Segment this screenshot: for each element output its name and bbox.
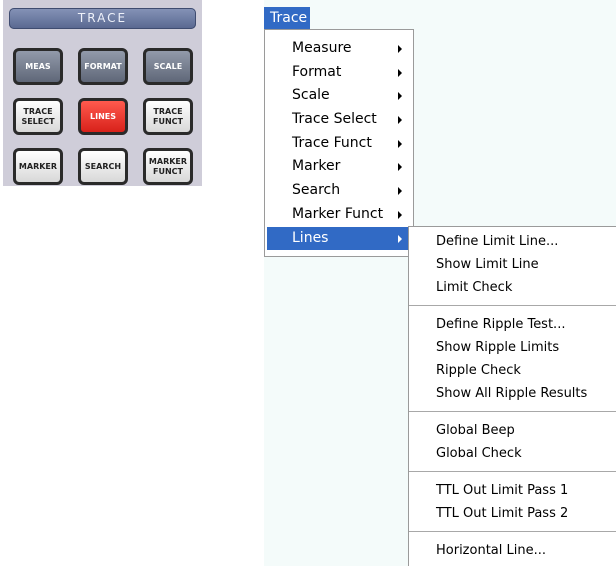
submenu-item-global-check[interactable]: Global Check [409, 442, 616, 465]
menu-item-search[interactable]: Search [265, 179, 413, 203]
trace-panel-title: TRACE [9, 8, 196, 29]
submenu-arrow-icon [398, 210, 402, 219]
submenu-item-ripple-check[interactable]: Ripple Check [409, 359, 616, 382]
submenu-arrow-icon [398, 187, 402, 196]
menubar-trace[interactable]: Trace [264, 7, 310, 29]
menu-item-measure[interactable]: Measure [265, 37, 413, 61]
menu-item-lines[interactable]: Lines [267, 226, 411, 251]
menu-item-label: Marker [292, 158, 341, 175]
menu-separator [409, 411, 616, 412]
menu-item-label: Scale [292, 87, 330, 104]
menu-separator [409, 471, 616, 472]
submenu-item-ttl-out-limit-pass-1[interactable]: TTL Out Limit Pass 1 [409, 479, 616, 502]
submenu-item-define-limit-line[interactable]: Define Limit Line... [409, 230, 616, 253]
lines-submenu: Define Limit Line... Show Limit Line Limit… [408, 226, 616, 566]
submenu-item-show-all-ripple-results[interactable]: Show All Ripple Results [409, 382, 616, 405]
search-key[interactable]: SEARCH [78, 148, 128, 185]
submenu-item-horizontal-line[interactable]: Horizontal Line... [409, 539, 616, 562]
menu-item-trace-select[interactable]: Trace Select [265, 108, 413, 132]
submenu-arrow-icon [398, 68, 402, 77]
trace-funct-key[interactable]: TRACE FUNCT [143, 98, 193, 135]
submenu-arrow-icon [398, 45, 402, 53]
submenu-arrow-icon [398, 234, 402, 243]
lines-key[interactable]: LINES [78, 98, 128, 135]
marker-funct-key[interactable]: MARKER FUNCT [143, 148, 193, 185]
menu-item-label: Trace Select [292, 111, 377, 128]
submenu-item-show-ripple-limits[interactable]: Show Ripple Limits [409, 336, 616, 359]
scale-key[interactable]: SCALE [143, 48, 193, 85]
trace-select-key[interactable]: TRACE SELECT [13, 98, 63, 135]
menu-item-scale[interactable]: Scale [265, 84, 413, 108]
menu-item-label: Format [292, 63, 342, 80]
submenu-arrow-icon [398, 116, 402, 125]
trace-menu: Measure Format Scale Trace Select Trace Func… [264, 29, 414, 257]
menu-item-label: Lines [292, 229, 329, 246]
meas-key[interactable]: MEAS [13, 48, 63, 85]
format-key[interactable]: FORMAT [78, 48, 128, 85]
menu-item-label: Marker Funct [292, 205, 384, 222]
menu-item-marker-funct[interactable]: Marker Funct [265, 203, 413, 227]
marker-key[interactable]: MARKER [13, 148, 63, 185]
menu-item-trace-funct[interactable]: Trace Funct [265, 132, 413, 156]
menu-item-label: Trace Funct [292, 134, 372, 151]
menu-item-format[interactable]: Format [265, 61, 413, 85]
menu-item-label: Measure [292, 40, 352, 56]
submenu-arrow-icon [398, 92, 402, 101]
submenu-item-show-limit-line[interactable]: Show Limit Line [409, 253, 616, 276]
submenu-item-limit-check[interactable]: Limit Check [409, 276, 616, 299]
menu-separator [409, 305, 616, 306]
submenu-item-ttl-out-limit-pass-2[interactable]: TTL Out Limit Pass 2 [409, 502, 616, 525]
menu-separator [409, 531, 616, 532]
submenu-item-define-ripple-test[interactable]: Define Ripple Test... [409, 313, 616, 336]
submenu-arrow-icon [398, 139, 402, 148]
menu-item-label: Search [292, 182, 341, 199]
submenu-arrow-icon [398, 163, 402, 172]
trace-key-panel: TRACE MEAS FORMAT SCALE TRACE SELECT LINES TR… [3, 0, 202, 186]
menu-item-marker[interactable]: Marker [265, 155, 413, 179]
submenu-item-global-beep[interactable]: Global Beep [409, 419, 616, 442]
